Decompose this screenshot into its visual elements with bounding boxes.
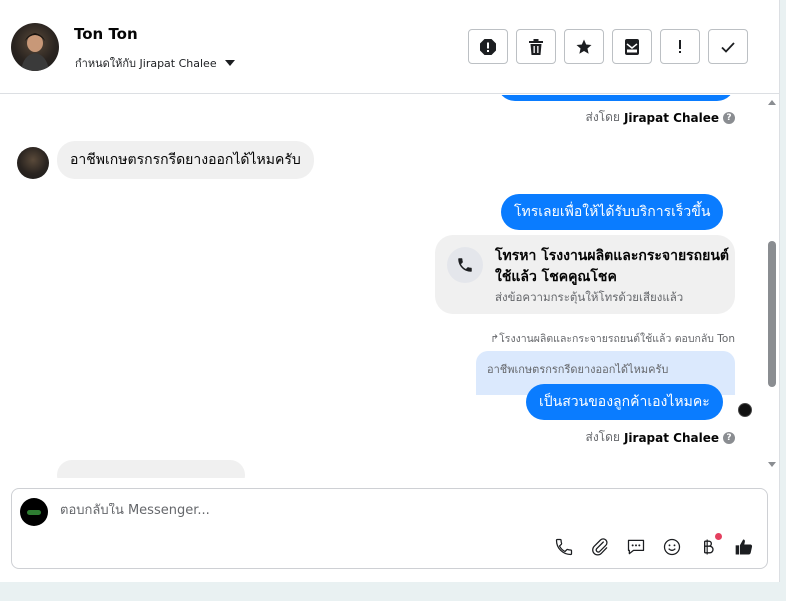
payment-button[interactable]	[698, 533, 722, 557]
outgoing-message[interactable]: โทรเลยเพื่อให้ได้รับบริการเร็วขึ้น	[501, 194, 724, 230]
emoji-button[interactable]	[662, 537, 682, 557]
reply-input[interactable]	[60, 503, 660, 518]
call-prompt-card[interactable]: โทรหา โรงงานผลิตและกระจายรถยนต์ใช้แล้ว โ…	[435, 235, 735, 314]
outgoing-message-partial[interactable]	[497, 95, 735, 101]
assign-label: กำหนดให้กับ Jirapat Chalee	[75, 57, 217, 70]
mark-unread-icon	[625, 38, 639, 55]
scroll-thumb[interactable]	[768, 241, 776, 387]
seen-avatar	[738, 403, 752, 417]
paperclip-icon	[592, 538, 608, 556]
sent-by-label: ส่งโดย Jirapat Chalee ?	[585, 108, 735, 127]
sent-by-prefix: ส่งโดย	[585, 110, 620, 124]
conversation-toolbar	[468, 29, 748, 64]
incoming-message[interactable]: อาชีพเกษตรกรกรีดยางออกได้ไหมครับ	[57, 141, 314, 179]
message-text: เป็นสวนของลูกค้าเองไหมคะ	[539, 394, 710, 410]
outgoing-message[interactable]: เป็นสวนของลูกค้าเองไหมคะ	[526, 384, 723, 420]
message-text: โทรเลยเพื่อให้ได้รับบริการเร็วขึ้น	[514, 204, 711, 220]
mark-unread-button[interactable]	[612, 29, 652, 64]
saved-replies-button[interactable]	[626, 537, 646, 557]
help-icon[interactable]: ?	[723, 431, 735, 444]
composer-actions	[554, 533, 754, 557]
check-icon	[721, 41, 735, 53]
page-logo-avatar	[20, 498, 48, 526]
mark-done-button[interactable]	[708, 29, 748, 64]
baht-icon	[704, 539, 714, 555]
sent-by-name: Jirapat Chalee	[623, 110, 719, 125]
message-thread[interactable]: ส่งโดย Jirapat Chalee ? อาชีพเกษตรกรกรีด…	[0, 95, 765, 478]
chat-icon	[627, 539, 645, 555]
incoming-message-partial[interactable]	[57, 460, 245, 478]
important-icon	[679, 39, 681, 53]
star-icon	[576, 39, 592, 54]
help-icon[interactable]: ?	[723, 111, 735, 124]
assign-dropdown[interactable]: กำหนดให้กับ Jirapat Chalee	[75, 54, 235, 72]
sent-by-name: Jirapat Chalee	[623, 430, 719, 445]
quoted-text: อาชีพเกษตรกรกรีดยางออกได้ไหมครับ	[487, 363, 669, 376]
contact-avatar-small[interactable]	[17, 147, 49, 179]
spam-icon	[480, 38, 496, 55]
sent-by-prefix: ส่งโดย	[585, 430, 620, 444]
message-text: อาชีพเกษตรกรกรีดยางออกได้ไหมครับ	[70, 152, 301, 168]
star-button[interactable]	[564, 29, 604, 64]
trash-icon	[529, 38, 543, 55]
attach-button[interactable]	[590, 537, 610, 557]
delete-button[interactable]	[516, 29, 556, 64]
call-button[interactable]	[554, 537, 574, 557]
thread-scrollbar[interactable]	[765, 95, 779, 478]
conversation-header: Ton Ton กำหนดให้กับ Jirapat Chalee	[0, 0, 780, 94]
mark-spam-button[interactable]	[468, 29, 508, 64]
reply-composer	[11, 488, 768, 569]
important-button[interactable]	[660, 29, 700, 64]
contact-avatar[interactable]	[11, 23, 59, 71]
thumbs-up-icon	[735, 539, 753, 555]
notification-dot	[715, 533, 722, 540]
conversation-panel: Ton Ton กำหนดให้กับ Jirapat Chalee ส่งโด…	[0, 0, 780, 582]
sent-by-label: ส่งโดย Jirapat Chalee ?	[585, 428, 735, 447]
reply-arrow-icon: ↱	[490, 333, 500, 345]
call-card-title: โทรหา โรงงานผลิตและกระจายรถยนต์ใช้แล้ว โ…	[495, 248, 730, 285]
emoji-icon	[663, 538, 681, 556]
contact-name: Ton Ton	[74, 25, 138, 43]
like-button[interactable]	[734, 537, 754, 557]
reply-note-text: โรงงานผลิตและกระจายรถยนต์ใช้แล้ว ตอบกลับ…	[499, 333, 735, 345]
scroll-up-arrow-icon[interactable]	[768, 100, 776, 105]
call-card-subtitle: ส่งข้อความกระตุ้นให้โทรด้วยเสียงแล้ว	[495, 290, 684, 304]
scroll-down-arrow-icon[interactable]	[768, 462, 776, 467]
call-icon-circle	[447, 247, 483, 283]
phone-icon	[458, 258, 472, 272]
caret-down-icon	[224, 60, 235, 66]
reply-note: ↱โรงงานผลิตและกระจายรถยนต์ใช้แล้ว ตอบกลั…	[490, 330, 735, 347]
phone-icon	[555, 538, 573, 556]
